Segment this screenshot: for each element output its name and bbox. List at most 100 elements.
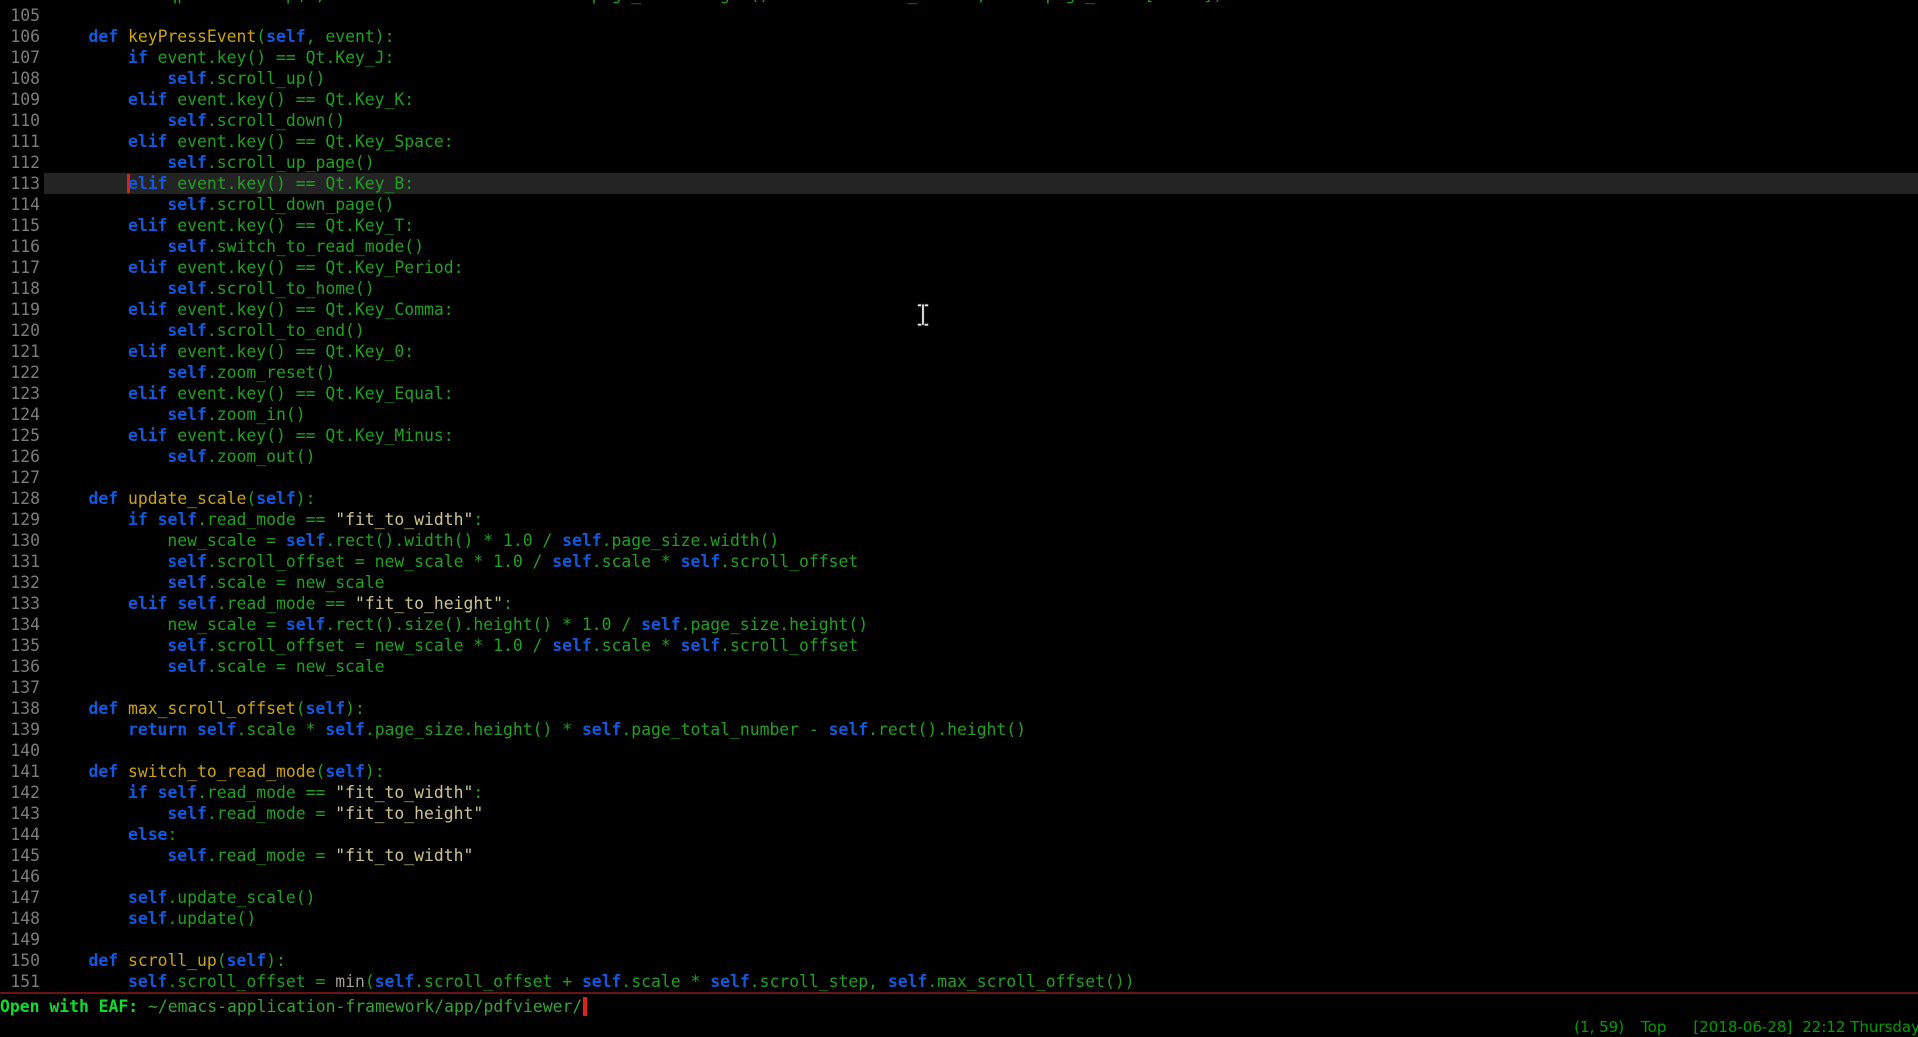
- code-text: elif event.key() == Qt.Key_0:: [49, 341, 414, 362]
- code-line[interactable]: 127: [0, 467, 1918, 488]
- code-line[interactable]: 141 def switch_to_read_mode(self):: [0, 761, 1918, 782]
- code-line[interactable]: 138 def max_scroll_offset(self):: [0, 698, 1918, 719]
- code-line[interactable]: 126 self.zoom_out(): [0, 446, 1918, 467]
- code-line[interactable]: 132 self.scale = new_scale: [0, 572, 1918, 593]
- code-line[interactable]: 121 elif event.key() == Qt.Key_0:: [0, 341, 1918, 362]
- line-number: 107: [0, 47, 40, 68]
- code-text: self.scroll_offset = min(self.scroll_off…: [49, 971, 1135, 992]
- code-line[interactable]: 106 def keyPressEvent(self, event):: [0, 26, 1918, 47]
- code-line[interactable]: 107 if event.key() == Qt.Key_J:: [0, 47, 1918, 68]
- line-number: 141: [0, 761, 40, 782]
- code-text: self.read_mode = "fit_to_height": [49, 803, 483, 824]
- code-text: def switch_to_read_mode(self):: [49, 761, 385, 782]
- code-line[interactable]: 114 self.scroll_down_page(): [0, 194, 1918, 215]
- line-number: 151: [0, 971, 40, 992]
- line-number: 142: [0, 782, 40, 803]
- line-number: 127: [0, 467, 40, 488]
- code-text: elif event.key() == Qt.Key_T:: [49, 215, 414, 236]
- code-line[interactable]: 137: [0, 677, 1918, 698]
- code-text: self.update_scale(): [49, 887, 315, 908]
- line-number: 137: [0, 677, 40, 698]
- code-text: self.scroll_down(): [49, 110, 345, 131]
- line-number: 140: [0, 740, 40, 761]
- line-number: 138: [0, 698, 40, 719]
- line-number: 118: [0, 278, 40, 299]
- code-text: self.scroll_down_page(): [49, 194, 394, 215]
- code-line[interactable]: 142 if self.read_mode == "fit_to_width":: [0, 782, 1918, 803]
- cursor-coordinates: (1, 59): [1574, 1018, 1624, 1036]
- code-line[interactable]: 135 self.scroll_offset = new_scale * 1.0…: [0, 635, 1918, 656]
- code-text: new_scale = self.rect().width() * 1.0 / …: [49, 530, 779, 551]
- code-line[interactable]: 151 self.scroll_offset = min(self.scroll…: [0, 971, 1918, 992]
- code-line[interactable]: 124 self.zoom_in(): [0, 404, 1918, 425]
- code-text: elif event.key() == Qt.Key_Minus:: [49, 425, 454, 446]
- code-text: return self.scale * self.page_size.heigh…: [49, 719, 1026, 740]
- code-text: elif event.key() == Qt.Key_Equal:: [49, 383, 454, 404]
- code-text: else:: [49, 824, 177, 845]
- code-line[interactable]: 119 elif event.key() == Qt.Key_Comma:: [0, 299, 1918, 320]
- text-cursor: [127, 174, 130, 193]
- code-line[interactable]: 117 elif event.key() == Qt.Key_Period:: [0, 257, 1918, 278]
- code-text: elif event.key() == Qt.Key_Space:: [49, 131, 454, 152]
- code-line[interactable]: 129 if self.read_mode == "fit_to_width":: [0, 509, 1918, 530]
- code-line[interactable]: 130 new_scale = self.rect().width() * 1.…: [0, 530, 1918, 551]
- code-text: self.scroll_up_page(): [49, 152, 375, 173]
- line-number: 149: [0, 929, 40, 950]
- code-line[interactable]: 146: [0, 866, 1918, 887]
- line-number: 148: [0, 908, 40, 929]
- code-line[interactable]: 111 elif event.key() == Qt.Key_Space:: [0, 131, 1918, 152]
- code-line[interactable]: 118 self.scroll_to_home(): [0, 278, 1918, 299]
- line-number: 126: [0, 446, 40, 467]
- code-text: elif self.read_mode == "fit_to_height":: [49, 593, 513, 614]
- code-line[interactable]: 147 self.update_scale(): [0, 887, 1918, 908]
- code-line[interactable]: 149: [0, 929, 1918, 950]
- code-line[interactable]: 116 self.switch_to_read_mode(): [0, 236, 1918, 257]
- code-text: elif event.key() == Qt.Key_K:: [49, 89, 414, 110]
- code-line[interactable]: 150 def scroll_up(self):: [0, 950, 1918, 971]
- line-number: 139: [0, 719, 40, 740]
- code-line[interactable]: 109 elif event.key() == Qt.Key_K:: [0, 89, 1918, 110]
- code-line[interactable]: 108 self.scroll_up(): [0, 68, 1918, 89]
- code-line[interactable]: 122 self.zoom_reset(): [0, 362, 1918, 383]
- code-line[interactable]: 134 new_scale = self.rect().size().heigh…: [0, 614, 1918, 635]
- line-number: 146: [0, 866, 40, 887]
- code-line[interactable]: 145 self.read_mode = "fit_to_width": [0, 845, 1918, 866]
- code-line[interactable]: 105: [0, 5, 1918, 26]
- line-number: 136: [0, 656, 40, 677]
- code-line[interactable]: 140: [0, 740, 1918, 761]
- code-line[interactable]: 128 def update_scale(self):: [0, 488, 1918, 509]
- line-number: 135: [0, 635, 40, 656]
- code-line[interactable]: 110 self.scroll_down(): [0, 110, 1918, 131]
- line-number: 122: [0, 362, 40, 383]
- code-text: if self.read_mode == "fit_to_width":: [49, 509, 483, 530]
- line-number: 105: [0, 5, 40, 26]
- cursor-position-info: (1, 59) Top [2018-06-28] 22:12 Thursday: [1574, 1018, 1918, 1036]
- minibuffer[interactable]: Open with EAF: ~/emacs-application-frame…: [0, 996, 587, 1017]
- code-line[interactable]: 139 return self.scale * self.page_size.h…: [0, 719, 1918, 740]
- code-line[interactable]: 120 self.scroll_to_end(): [0, 320, 1918, 341]
- code-line[interactable]: 112 self.scroll_up_page(): [0, 152, 1918, 173]
- code-lines: 105106 def keyPressEvent(self, event):10…: [0, 5, 1918, 992]
- code-line[interactable]: 123 elif event.key() == Qt.Key_Equal:: [0, 383, 1918, 404]
- code-buffer[interactable]: qp.drawPixmap(0, index * self.scale * se…: [0, 0, 1918, 992]
- minibuffer-input[interactable]: ~/emacs-application-framework/app/pdfvie…: [148, 997, 582, 1016]
- line-number: 150: [0, 950, 40, 971]
- code-text: self.read_mode = "fit_to_width": [49, 845, 473, 866]
- code-text: self.zoom_in(): [49, 404, 306, 425]
- code-line[interactable]: 148 self.update(): [0, 908, 1918, 929]
- line-number: 144: [0, 824, 40, 845]
- code-text: self.scroll_to_home(): [49, 278, 375, 299]
- scroll-position-label: Top: [1641, 1018, 1666, 1036]
- line-number: 129: [0, 509, 40, 530]
- code-line[interactable]: 115 elif event.key() == Qt.Key_T:: [0, 215, 1918, 236]
- code-line[interactable]: 131 self.scroll_offset = new_scale * 1.0…: [0, 551, 1918, 572]
- line-number: 131: [0, 551, 40, 572]
- line-number: 123: [0, 383, 40, 404]
- code-line[interactable]: 143 self.read_mode = "fit_to_height": [0, 803, 1918, 824]
- code-line[interactable]: 133 elif self.read_mode == "fit_to_heigh…: [0, 593, 1918, 614]
- line-number: 143: [0, 803, 40, 824]
- code-line[interactable]: 125 elif event.key() == Qt.Key_Minus:: [0, 425, 1918, 446]
- code-line[interactable]: 144 else:: [0, 824, 1918, 845]
- code-line[interactable]: 136 self.scale = new_scale: [0, 656, 1918, 677]
- code-line[interactable]: 113 elif event.key() == Qt.Key_B:: [0, 173, 1918, 194]
